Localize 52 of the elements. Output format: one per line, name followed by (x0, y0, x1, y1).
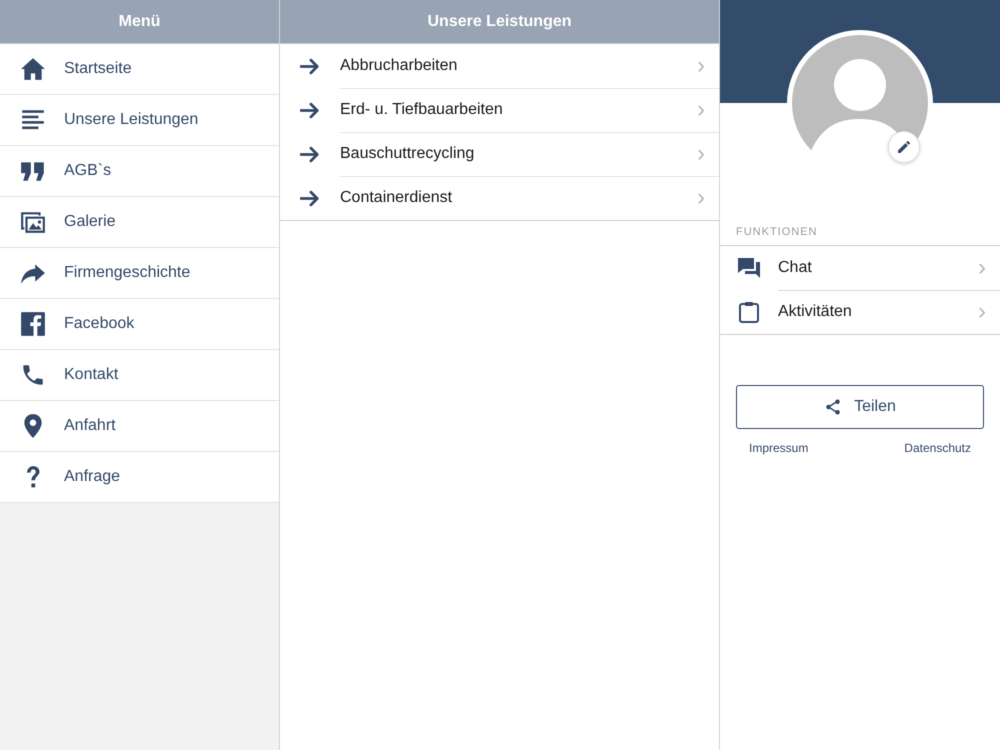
clipboard-icon (737, 300, 761, 324)
menu-item[interactable]: Anfahrt (0, 401, 279, 452)
function-item[interactable]: Aktivitäten › (720, 290, 1000, 334)
function-label: Aktivitäten (778, 303, 852, 321)
function-item[interactable]: Chat › (720, 246, 1000, 290)
menu-item[interactable]: Unsere Leistungen (0, 95, 279, 146)
menu-item[interactable]: Kontakt (0, 350, 279, 401)
menu-item[interactable]: Anfrage (0, 452, 279, 503)
menu-item[interactable]: AGB`s (0, 146, 279, 197)
menu-item-label: Galerie (64, 213, 116, 231)
menu-item-label: Kontakt (64, 366, 118, 384)
share-button[interactable]: Teilen (736, 385, 984, 429)
right-arrow-icon (300, 146, 320, 162)
pencil-icon (896, 139, 912, 155)
chevron-icon: › (978, 300, 986, 324)
share-icon (824, 398, 842, 416)
service-item[interactable]: Erd- u. Tiefbauarbeiten › (280, 88, 719, 132)
chevron-icon: › (697, 98, 705, 122)
chevron-icon: › (978, 256, 986, 280)
chat-bubbles-icon (737, 256, 761, 280)
menu-title: Menü (118, 12, 160, 30)
menu-item[interactable]: Facebook (0, 299, 279, 350)
service-item[interactable]: Bauschuttrecycling › (280, 132, 719, 176)
right-arrow-icon (300, 190, 320, 206)
menu-item[interactable]: Startseite (0, 44, 279, 95)
right-arrow-icon (300, 102, 320, 118)
menu-item-label: Facebook (64, 315, 134, 333)
menu-item-label: Anfahrt (64, 417, 116, 435)
menu-item[interactable]: Firmengeschichte (0, 248, 279, 299)
menu-item-label: Startseite (64, 60, 132, 78)
menu-item-label: AGB`s (64, 162, 112, 180)
service-item[interactable]: Containerdienst › (280, 176, 719, 220)
footer-link[interactable]: Impressum (749, 441, 808, 455)
menu-item-label: Unsere Leistungen (64, 111, 198, 129)
right-arrow-icon (300, 58, 320, 74)
menu-item-label: Firmengeschichte (64, 264, 190, 282)
services-title: Unsere Leistungen (427, 12, 572, 30)
menu-item[interactable]: Galerie (0, 197, 279, 248)
service-label: Bauschuttrecycling (340, 144, 474, 162)
chevron-icon: › (697, 54, 705, 78)
function-label: Chat (778, 258, 812, 276)
service-label: Abbrucharbeiten (340, 56, 458, 74)
chevron-icon: › (697, 186, 705, 210)
facebook-icon (20, 311, 46, 337)
menu-item-label: Anfrage (64, 468, 120, 486)
service-item[interactable]: Abbrucharbeiten › (280, 44, 719, 88)
section-title: FUNKTIONEN (735, 225, 818, 240)
service-label: Containerdienst (340, 189, 452, 207)
chevron-icon: › (697, 142, 705, 166)
home-icon (20, 56, 46, 82)
service-label: Erd- u. Tiefbauarbeiten (340, 100, 503, 118)
footer-link[interactable]: Datenschutz (904, 441, 971, 455)
